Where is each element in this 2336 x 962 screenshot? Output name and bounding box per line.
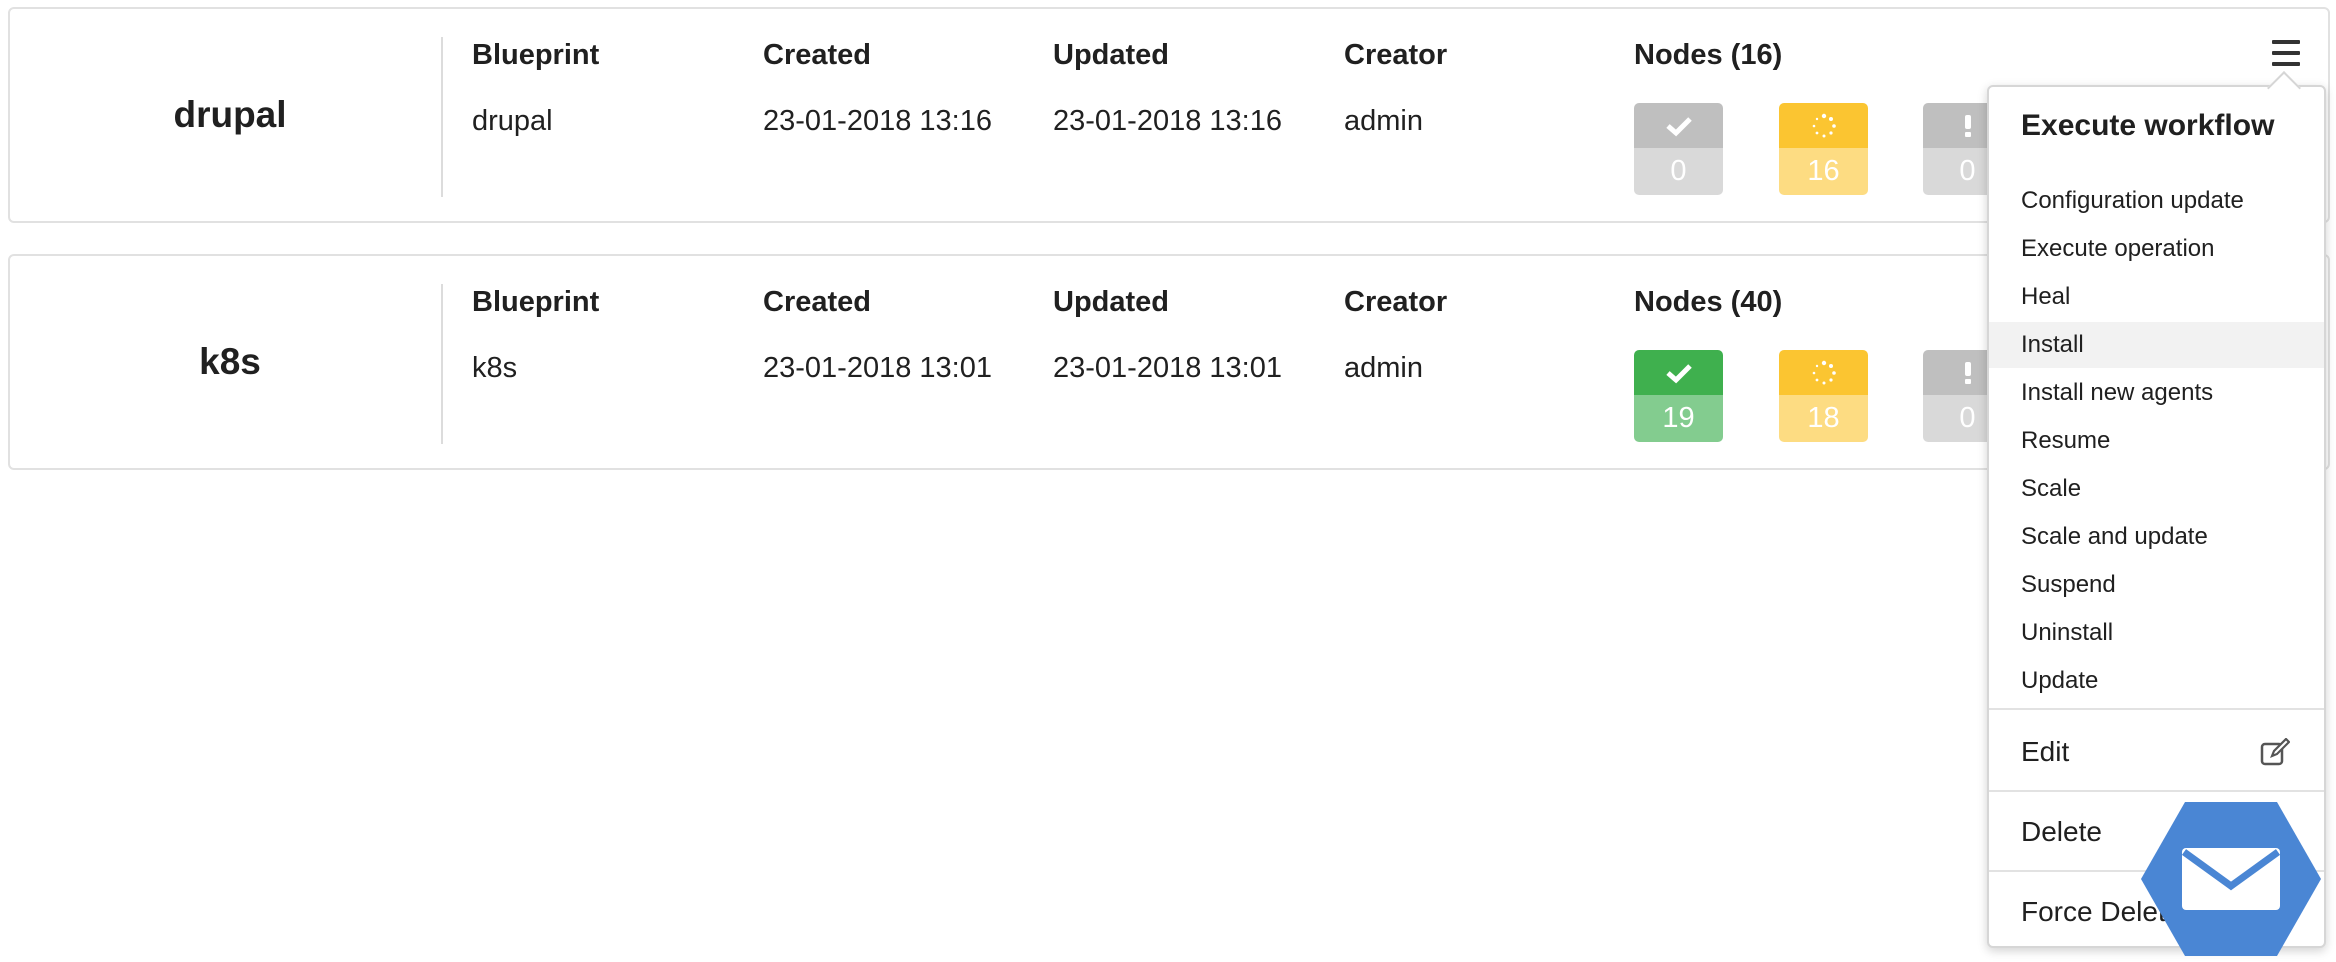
- spinner-icon: [1812, 113, 1836, 137]
- workflow-item-install[interactable]: Install: [1989, 322, 2324, 368]
- delete-label: Delete: [2021, 816, 2102, 847]
- divider: [441, 284, 443, 444]
- blueprint-header: Blueprint: [472, 39, 600, 71]
- nodes-header: Nodes (16): [1634, 39, 1783, 71]
- created-header: Created: [763, 39, 871, 71]
- nodes-ok-count: 0: [1634, 148, 1723, 195]
- workflow-item-resume[interactable]: Resume: [1989, 418, 2324, 464]
- divider: [1989, 790, 2324, 792]
- spinner-icon: [1812, 360, 1836, 384]
- divider: [441, 37, 443, 197]
- updated-header: Updated: [1053, 286, 1169, 318]
- nodes-ok-badge: 0: [1634, 103, 1723, 195]
- created-header: Created: [763, 286, 871, 318]
- workflow-item-suspend[interactable]: Suspend: [1989, 562, 2324, 608]
- created-value: 23-01-2018 13:01: [763, 352, 992, 384]
- exclamation-icon: [1964, 114, 1971, 137]
- creator-value: admin: [1344, 105, 1423, 137]
- blueprint-value: drupal: [472, 105, 553, 137]
- workflow-item-update[interactable]: Update: [1989, 658, 2324, 704]
- exclamation-icon: [1964, 361, 1971, 384]
- deployment-name[interactable]: k8s: [10, 256, 450, 468]
- workflow-item-heal[interactable]: Heal: [1989, 274, 2324, 320]
- created-value: 23-01-2018 13:16: [763, 105, 992, 137]
- envelope-icon[interactable]: [2139, 800, 2323, 958]
- deployment-row-drupal[interactable]: drupal Blueprint drupal Created 23-01-20…: [8, 7, 2330, 223]
- workflow-item-uninstall[interactable]: Uninstall: [1989, 610, 2324, 656]
- blueprint-header: Blueprint: [472, 286, 600, 318]
- edit-icon: [2260, 738, 2290, 766]
- updated-header: Updated: [1053, 39, 1169, 71]
- workflow-item-scale[interactable]: Scale: [1989, 466, 2324, 512]
- creator-header: Creator: [1344, 286, 1448, 318]
- deployment-name[interactable]: drupal: [10, 9, 450, 221]
- checkmark-icon: [1665, 363, 1692, 383]
- hamburger-menu-icon[interactable]: [2272, 40, 2300, 66]
- workflow-item-scale-and-update[interactable]: Scale and update: [1989, 514, 2324, 560]
- edit-label: Edit: [2021, 736, 2070, 767]
- edit-menu-item[interactable]: Edit: [1989, 724, 2324, 780]
- deployment-row-k8s[interactable]: k8s Blueprint k8s Created 23-01-2018 13:…: [8, 254, 2330, 470]
- nodes-in-progress-badge: 18: [1779, 350, 1868, 442]
- blueprint-value: k8s: [472, 352, 518, 384]
- nodes-header: Nodes (40): [1634, 286, 1783, 318]
- workflow-item-configuration-update[interactable]: Configuration update: [1989, 178, 2324, 224]
- workflow-item-execute-operation[interactable]: Execute operation: [1989, 226, 2324, 272]
- divider: [1989, 708, 2324, 710]
- updated-value: 23-01-2018 13:01: [1053, 352, 1282, 384]
- workflow-item-install-new-agents[interactable]: Install new agents: [1989, 370, 2324, 416]
- execute-workflow-header: Execute workflow: [2021, 109, 2275, 142]
- nodes-ok-badge: 19: [1634, 350, 1723, 442]
- checkmark-icon: [1665, 116, 1692, 136]
- nodes-in-progress-count: 18: [1779, 395, 1868, 442]
- creator-value: admin: [1344, 352, 1423, 384]
- nodes-ok-count: 19: [1634, 395, 1723, 442]
- creator-header: Creator: [1344, 39, 1448, 71]
- nodes-in-progress-badge: 16: [1779, 103, 1868, 195]
- nodes-in-progress-count: 16: [1779, 148, 1868, 195]
- updated-value: 23-01-2018 13:16: [1053, 105, 1282, 137]
